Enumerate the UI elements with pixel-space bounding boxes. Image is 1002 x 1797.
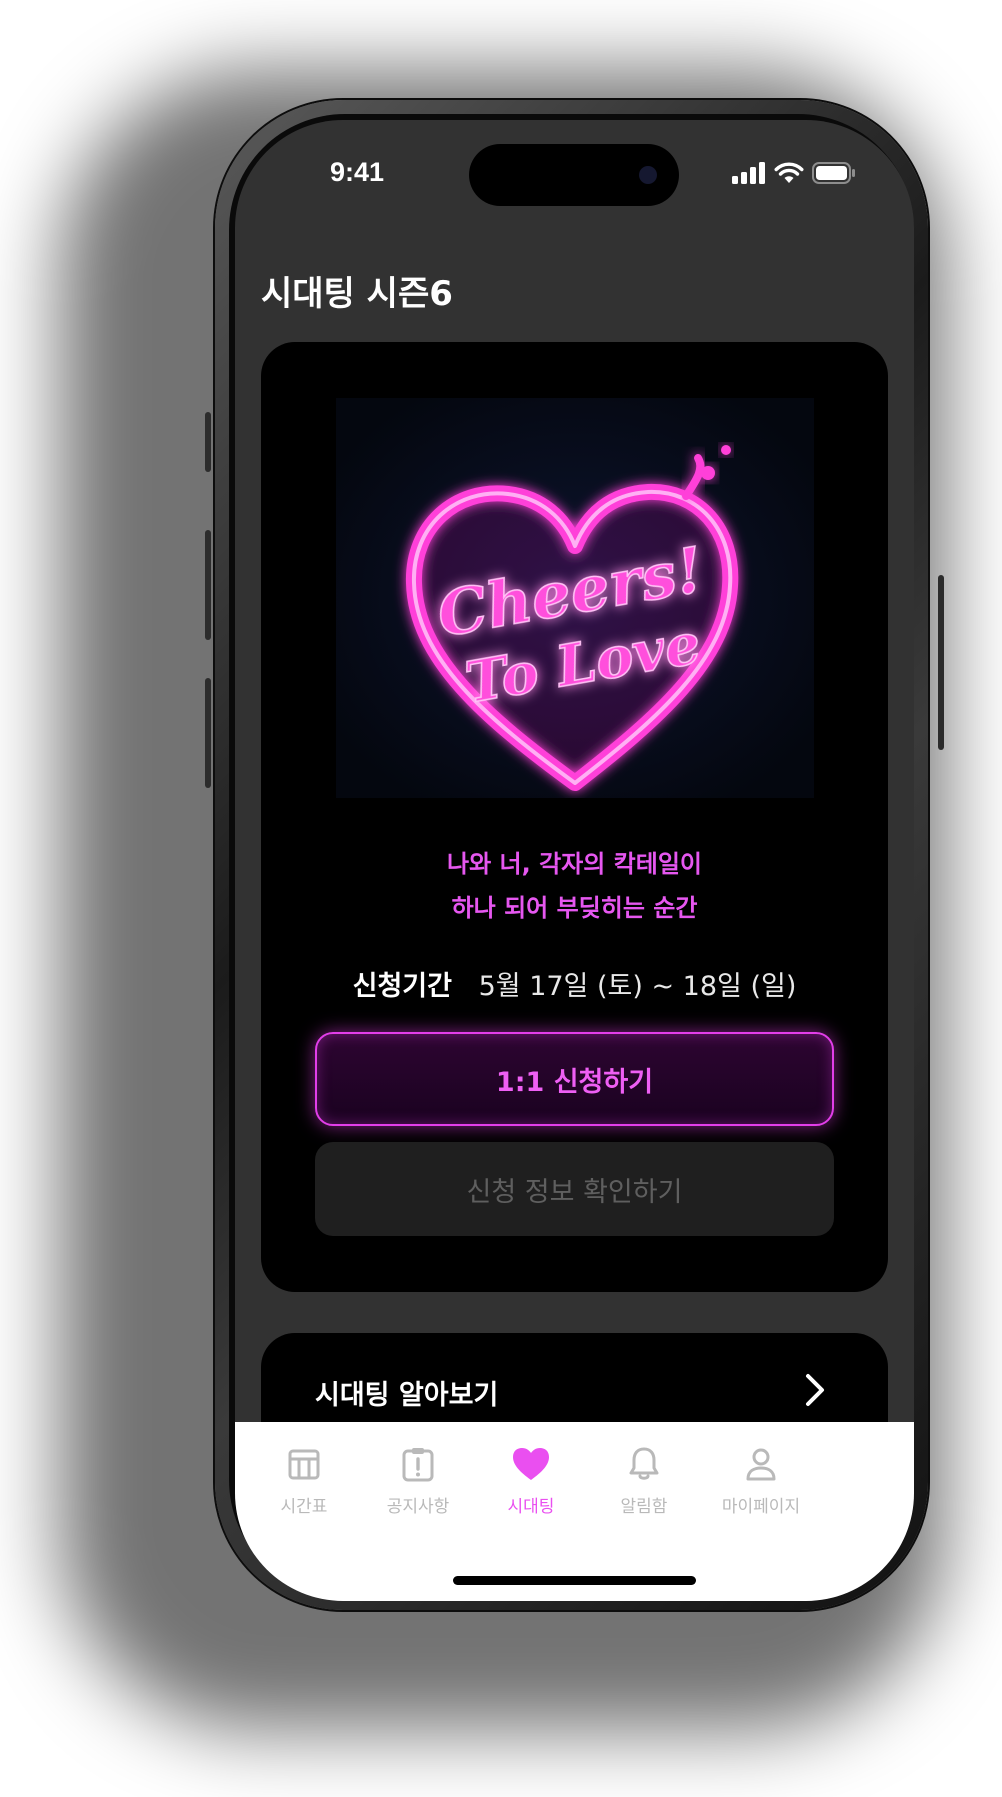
tab-notices[interactable]: 공지사항 xyxy=(353,1444,483,1517)
tab-notifications[interactable]: 알림함 xyxy=(579,1444,709,1517)
apply-button[interactable]: 1:1 신청하기 xyxy=(315,1032,834,1126)
app-screen: 9:41 시대팅 시즌6 Cheers! To Love 나와 너, 각자의 칵… xyxy=(235,120,914,1601)
power-button xyxy=(938,575,944,750)
event-poster-image: Cheers! To Love xyxy=(336,398,814,798)
bell-icon xyxy=(629,1447,659,1480)
mute-switch xyxy=(205,412,211,472)
tab-sidaeting[interactable]: 시대팅 xyxy=(466,1444,596,1517)
chevron-right-icon xyxy=(806,1374,824,1406)
status-bar: 9:41 xyxy=(235,120,914,230)
notice-icon xyxy=(402,1448,434,1482)
camera-icon xyxy=(639,166,657,184)
signal-icon xyxy=(732,162,765,184)
volume-up-button xyxy=(205,530,211,640)
wifi-icon xyxy=(774,162,804,183)
apply-button-label: 1:1 신청하기 xyxy=(495,1066,654,1098)
dynamic-island xyxy=(469,144,679,206)
volume-down-button xyxy=(205,678,211,788)
tab-bar: 시간표 공지사항 시대팅 알림함 마이페이지 xyxy=(235,1422,914,1601)
period-label: 신청기간 xyxy=(352,971,452,1002)
event-card: Cheers! To Love 나와 너, 각자의 칵테일이 하나 되어 부딪히… xyxy=(261,342,888,1292)
tab-mypage[interactable]: 마이페이지 xyxy=(691,1444,831,1517)
status-time: 9:41 xyxy=(330,157,385,187)
tab-mypage-label: 마이페이지 xyxy=(721,1497,801,1517)
tab-notices-label: 공지사항 xyxy=(386,1497,450,1517)
page-title: 시대팅 시즌6 xyxy=(261,274,453,314)
tagline-line1: 나와 너, 각자의 칵테일이 xyxy=(447,850,702,878)
check-application-button-label: 신청 정보 확인하기 xyxy=(466,1176,683,1208)
calendar-icon xyxy=(288,1449,320,1480)
check-application-button[interactable]: 신청 정보 확인하기 xyxy=(315,1142,834,1236)
tab-timetable-label: 시간표 xyxy=(280,1497,328,1517)
home-indicator xyxy=(453,1576,696,1585)
period-value: 5월 17일 (토) ~ 18일 (일) xyxy=(478,971,797,1002)
status-icons xyxy=(732,162,856,184)
learn-more-label: 시대팅 알아보기 xyxy=(315,1380,499,1411)
tab-sidaeting-label: 시대팅 xyxy=(507,1497,555,1517)
application-period: 신청기간 5월 17일 (토) ~ 18일 (일) xyxy=(261,964,888,1003)
heart-icon xyxy=(513,1448,549,1480)
neon-heart-graphic: Cheers! To Love xyxy=(336,398,814,798)
person-icon xyxy=(746,1448,776,1481)
tagline-line2: 하나 되어 부딪히는 순간 xyxy=(451,894,698,922)
tab-timetable[interactable]: 시간표 xyxy=(239,1444,369,1517)
tab-notifications-label: 알림함 xyxy=(620,1497,668,1517)
battery-icon xyxy=(812,162,855,184)
